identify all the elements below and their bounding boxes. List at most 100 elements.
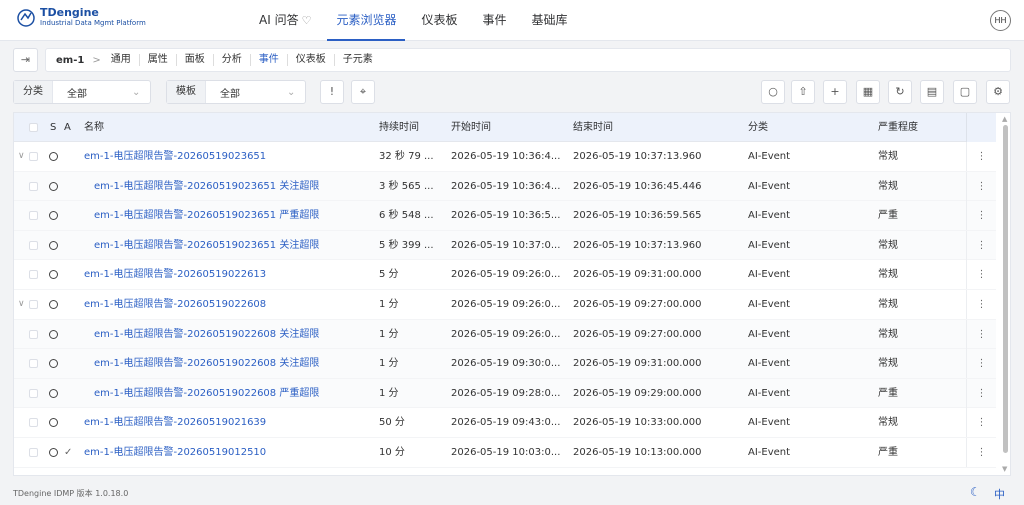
scrollbar-thumb[interactable] — [1003, 125, 1008, 453]
row-checkbox[interactable] — [29, 299, 38, 309]
search-button[interactable]: ○ — [761, 80, 785, 104]
version-label: TDengine IDMP 版本 1.0.18.0 — [13, 489, 129, 498]
column-severity[interactable]: 严重程度 — [878, 113, 918, 142]
row-menu-icon[interactable]: ⋮ — [966, 408, 996, 438]
row-checkbox[interactable] — [29, 240, 38, 250]
sidebar-toggle-button[interactable]: ⇥ — [13, 48, 38, 72]
tab-children[interactable]: 子元素 — [333, 54, 381, 66]
nav-library[interactable]: 基础库 — [523, 0, 577, 41]
row-menu-icon[interactable]: ⋮ — [966, 171, 996, 201]
export-icon: ⇧ — [798, 85, 808, 98]
table-row[interactable]: em-1-电压超限告警-20260519023651 关注超限 3 秒 565 .… — [14, 171, 996, 202]
expand-toggle-icon[interactable]: ∨ — [18, 142, 25, 171]
template-filter-select[interactable]: 模板 全部 ⌄ — [166, 80, 306, 104]
start-time-cell: 2026-05-19 09:28:0... — [451, 387, 561, 399]
template-filter-value: 全部 — [220, 88, 240, 100]
row-menu-icon[interactable]: ⋮ — [966, 142, 996, 171]
table-view-button[interactable]: ▦ — [856, 80, 880, 104]
event-name-link[interactable]: em-1-电压超限告警-20260519022608 — [84, 290, 266, 319]
table-row[interactable]: ✓ em-1-电压超限告警-20260519012510 10 分 2026-05-1… — [14, 437, 996, 468]
table-row[interactable]: em-1-电压超限告警-20260519022608 关注超限 1 分 2026-0… — [14, 319, 996, 350]
locate-button[interactable]: ⌖ — [351, 80, 375, 104]
nav-element-browser[interactable]: 元素浏览器 — [327, 0, 406, 41]
report-button[interactable]: ▤ — [920, 80, 944, 104]
table-row[interactable]: em-1-电压超限告警-20260519022608 严重超限 1 分 2026-0… — [14, 378, 996, 409]
duration-cell: 1 分 — [379, 298, 399, 310]
row-menu-icon[interactable]: ⋮ — [966, 289, 996, 319]
row-checkbox[interactable] — [29, 181, 38, 191]
row-menu-icon[interactable]: ⋮ — [966, 437, 996, 467]
settings-icon: ⚙ — [993, 85, 1003, 98]
column-start-time[interactable]: 开始时间 — [451, 113, 491, 142]
event-name-link[interactable]: em-1-电压超限告警-20260519022608 关注超限 — [94, 320, 319, 349]
event-name-link[interactable]: em-1-电压超限告警-20260519023651 关注超限 — [94, 231, 319, 260]
category-filter-select[interactable]: 分类 全部 ⌄ — [13, 80, 151, 104]
expand-toggle-icon[interactable]: ∨ — [18, 290, 25, 319]
tab-attributes[interactable]: 属性 — [138, 54, 176, 66]
event-name-link[interactable]: em-1-电压超限告警-20260519021639 — [84, 408, 266, 437]
document-button[interactable]: ▢ — [953, 80, 977, 104]
table-row[interactable]: em-1-电压超限告警-20260519021639 50 分 2026-05-19… — [14, 408, 996, 438]
start-time-cell: 2026-05-19 09:26:0... — [451, 269, 561, 281]
user-avatar[interactable]: HH — [990, 10, 1011, 31]
column-end-time[interactable]: 结束时间 — [573, 113, 613, 142]
column-category[interactable]: 分类 — [748, 113, 768, 142]
add-button[interactable]: + — [823, 80, 847, 104]
row-menu-icon[interactable]: ⋮ — [966, 260, 996, 290]
column-duration[interactable]: 持续时间 — [379, 113, 419, 142]
row-checkbox[interactable] — [29, 211, 38, 221]
table-scrollbar[interactable]: ▲ ▼ — [999, 113, 1010, 475]
table-row[interactable]: em-1-电压超限告警-20260519023651 关注超限 5 秒 399 .… — [14, 230, 996, 261]
status-circle-icon — [49, 270, 58, 280]
table-row[interactable]: em-1-电压超限告警-20260519022613 5 分 2026-05-19 … — [14, 260, 996, 290]
tab-events[interactable]: 事件 — [249, 54, 287, 66]
event-name-link[interactable]: em-1-电压超限告警-20260519022608 严重超限 — [94, 379, 319, 408]
event-name-link[interactable]: em-1-电压超限告警-20260519022608 关注超限 — [94, 349, 319, 378]
row-checkbox[interactable] — [29, 388, 38, 398]
tab-panels[interactable]: 面板 — [175, 54, 213, 66]
breadcrumb-root[interactable]: em-1 — [56, 55, 84, 66]
tab-general[interactable]: 通用 — [109, 54, 139, 66]
scroll-up-icon[interactable]: ▲ — [1002, 115, 1007, 123]
table-row[interactable]: ∨ em-1-电压超限告警-20260519023651 32 秒 79 ... 20… — [14, 142, 996, 172]
row-menu-icon[interactable]: ⋮ — [966, 319, 996, 349]
row-checkbox[interactable] — [29, 270, 38, 280]
row-checkbox[interactable] — [29, 329, 38, 339]
table-row[interactable]: ∨ em-1-电压超限告警-20260519022608 1 分 2026-05-19… — [14, 289, 996, 320]
end-time-cell: 2026-05-19 10:36:59.565 — [573, 210, 702, 222]
row-checkbox[interactable] — [29, 152, 38, 161]
language-toggle[interactable]: 中 — [994, 486, 1005, 502]
row-menu-icon[interactable]: ⋮ — [966, 349, 996, 379]
nav-dashboard[interactable]: 仪表板 — [412, 0, 466, 41]
row-menu-icon[interactable]: ⋮ — [966, 201, 996, 231]
severity-cell: 常规 — [878, 239, 898, 251]
table-row[interactable]: em-1-电压超限告警-20260519022608 关注超限 1 分 2026-0… — [14, 349, 996, 379]
tab-dashboards[interactable]: 仪表板 — [286, 54, 334, 66]
row-menu-icon[interactable]: ⋮ — [966, 230, 996, 260]
row-menu-icon[interactable]: ⋮ — [966, 378, 996, 408]
nav-ai-qa[interactable]: AI 问答 ♡ — [250, 0, 320, 41]
event-name-link[interactable]: em-1-电压超限告警-20260519022613 — [84, 260, 266, 289]
column-a[interactable]: A — [64, 113, 71, 142]
event-name-link[interactable]: em-1-电压超限告警-20260519023651 关注超限 — [94, 172, 319, 201]
brand-logo[interactable]: TDengine Industrial Data Mgmt Platform — [16, 7, 146, 28]
event-name-link[interactable]: em-1-电压超限告警-20260519023651 — [84, 142, 266, 171]
scroll-down-icon[interactable]: ▼ — [1002, 465, 1007, 473]
row-checkbox[interactable] — [29, 418, 38, 428]
column-name[interactable]: 名称 — [84, 113, 104, 142]
column-s[interactable]: S — [50, 113, 56, 142]
moon-icon[interactable]: ☾ — [970, 485, 981, 499]
event-name-link[interactable]: em-1-电压超限告警-20260519012510 — [84, 438, 266, 467]
select-all-checkbox[interactable] — [29, 123, 38, 132]
export-button[interactable]: ⇧ — [791, 80, 815, 104]
settings-button[interactable]: ⚙ — [986, 80, 1010, 104]
row-checkbox[interactable] — [29, 447, 38, 457]
event-name-link[interactable]: em-1-电压超限告警-20260519023651 严重超限 — [94, 201, 319, 230]
nav-events[interactable]: 事件 — [473, 0, 515, 41]
row-checkbox[interactable] — [29, 359, 38, 369]
alert-filter-button[interactable]: ! — [320, 80, 344, 104]
table-row[interactable]: em-1-电压超限告警-20260519023651 严重超限 6 秒 548 .… — [14, 201, 996, 231]
refresh-button[interactable]: ↻ — [888, 80, 912, 104]
acknowledged-check-icon: ✓ — [64, 446, 73, 458]
tab-analysis[interactable]: 分析 — [212, 54, 250, 66]
